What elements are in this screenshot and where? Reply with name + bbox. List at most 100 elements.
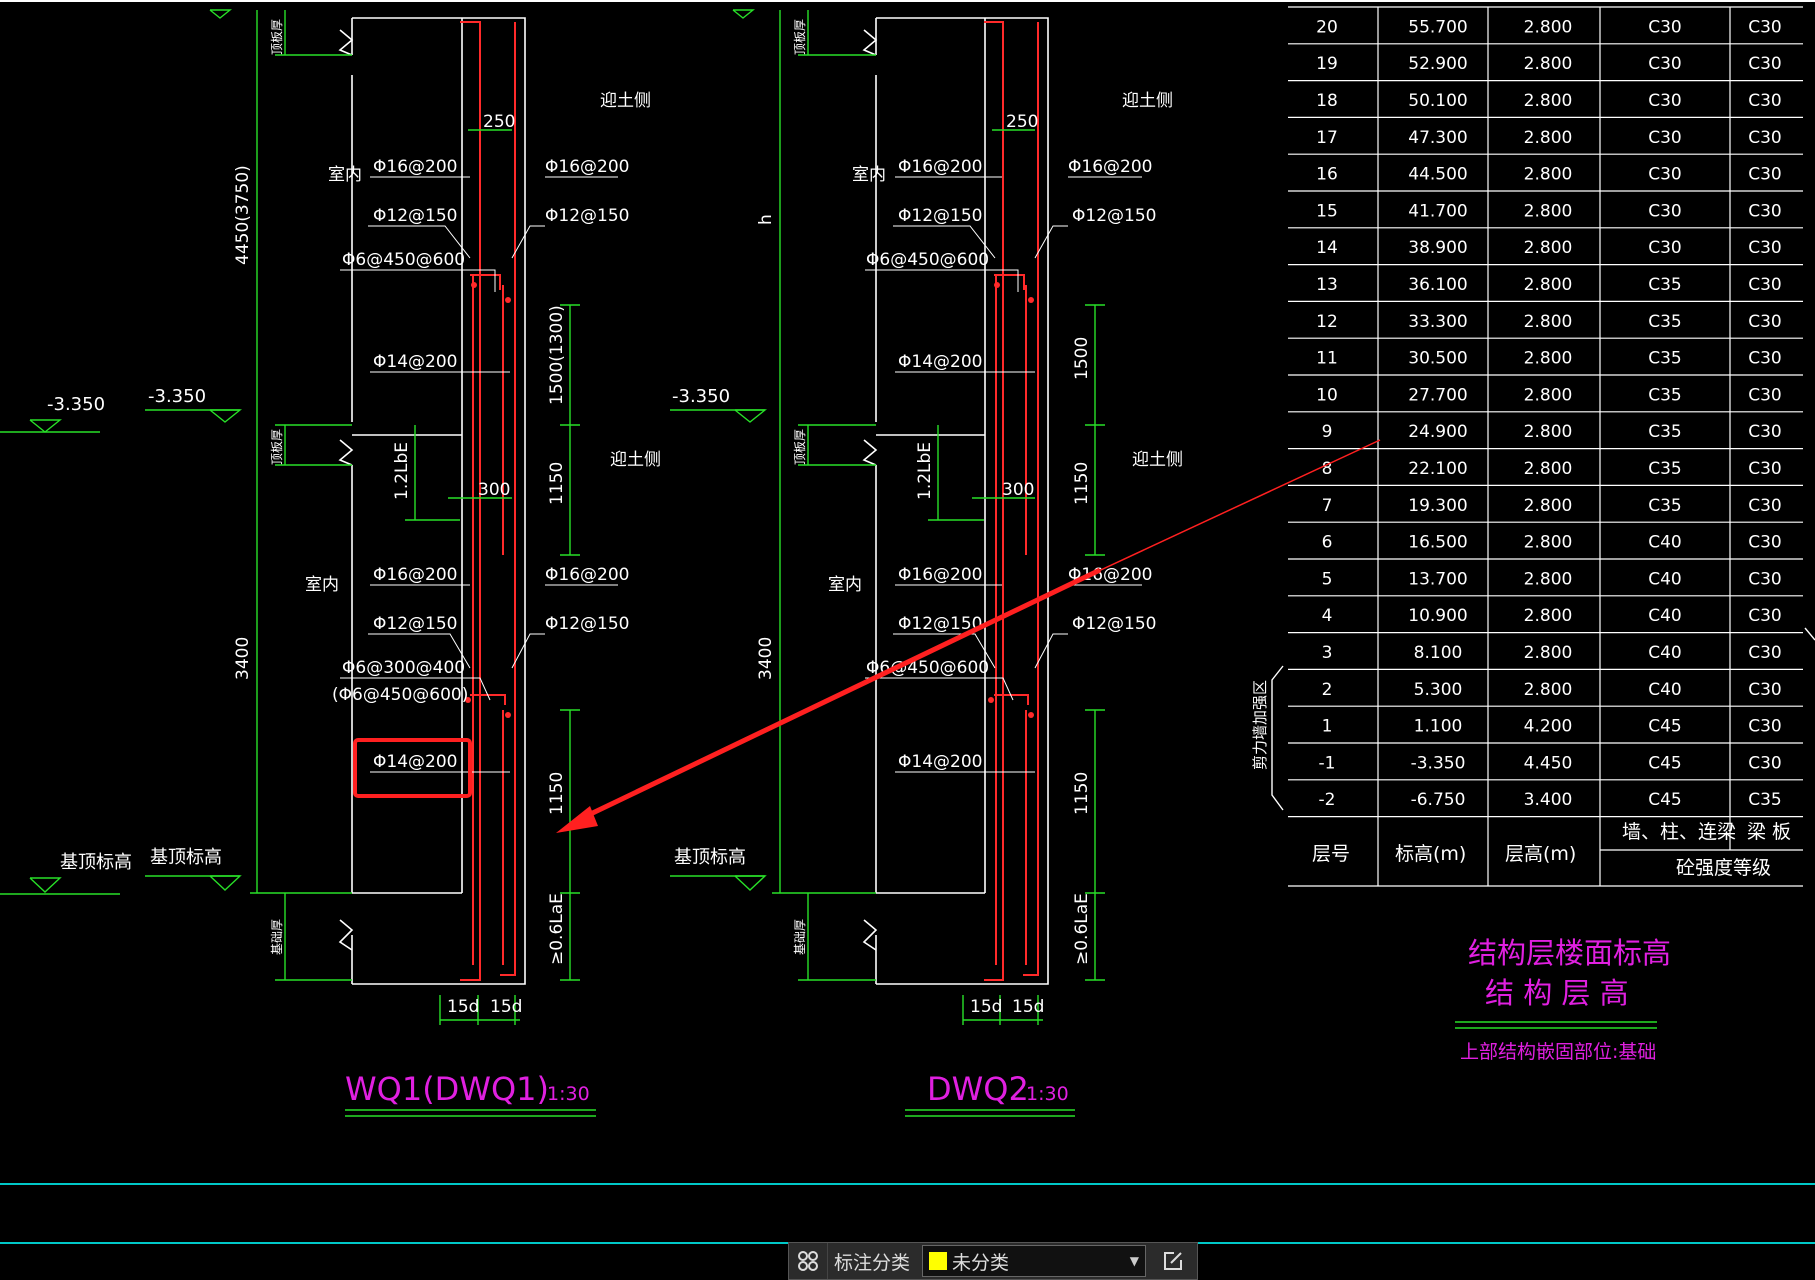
table-cell: 4	[1322, 606, 1333, 626]
table-cell: C30	[1648, 54, 1682, 74]
table-cell: C35	[1748, 790, 1782, 810]
wq1-base-label: 基础厚	[270, 919, 284, 955]
dwq2-dim-1150-a: 1150	[1072, 462, 1092, 505]
wq1-anchor: ≥0.6LaE	[547, 893, 567, 965]
table-cell: 41.700	[1408, 201, 1467, 221]
wq1-thick-upper: 250	[483, 112, 515, 132]
wq1-height-lower: 3400	[233, 637, 253, 680]
table-cell: 24.900	[1408, 422, 1467, 442]
table-cell: 18	[1316, 91, 1338, 111]
table-cell: 12	[1316, 312, 1338, 332]
table-cell: 8.100	[1414, 643, 1463, 663]
header-grade: 砼强度等级	[1676, 857, 1771, 879]
wq1-rebar-ur2: Φ12@150	[545, 206, 629, 226]
table-cell: 2.800	[1524, 17, 1573, 37]
table-cell: C40	[1648, 643, 1682, 663]
table-cell: 11	[1316, 349, 1338, 369]
table-cell: 10	[1316, 385, 1338, 405]
cad-canvas[interactable]: Φ16@200 Φ16@200 Φ12@150 Φ12@150 Φ6@450@6…	[0, 0, 1815, 1278]
table-cell: C35	[1648, 312, 1682, 332]
table-cell: C30	[1648, 238, 1682, 258]
table-cell: C30	[1748, 569, 1782, 589]
wall-section-dwq2: Φ16@200 Φ16@200 Φ12@150 Φ12@150 Φ6@450@6…	[670, 9, 1183, 1117]
dwq2-dim-1500: 1500	[1072, 337, 1092, 380]
base-level-dwq2: 基顶标高	[674, 847, 746, 868]
chevron-down-icon: ▼	[1129, 1254, 1140, 1268]
table-cell: 38.900	[1408, 238, 1467, 258]
wq1-rebar-horiz-lower: Φ14@200	[373, 752, 457, 772]
annotation-category-select[interactable]: 未分类 ▼	[922, 1245, 1147, 1277]
wq1-dim-1150-b: 1150	[547, 772, 567, 815]
edit-icon[interactable]	[1154, 1243, 1192, 1279]
table-cell: 19	[1316, 54, 1338, 74]
level-m3350-wq1: -3.350	[148, 386, 206, 407]
legend-line3: 上部结构嵌固部位:基础	[1460, 1041, 1656, 1063]
wq1-rebar-tie-lower-2: (Φ6@450@600)	[332, 685, 468, 705]
color-swatch	[929, 1252, 948, 1270]
table-cell: 14	[1316, 238, 1338, 258]
table-cell: C30	[1748, 54, 1782, 74]
table-cell: 3	[1322, 643, 1333, 663]
dwq2-soil-lower: 迎土侧	[1132, 450, 1183, 470]
table-cell: 1	[1322, 717, 1333, 737]
table-cell: C30	[1748, 753, 1782, 773]
table-cell: 22.100	[1408, 459, 1467, 479]
wq1-lap: 1.2LbE	[392, 442, 412, 500]
table-cell: 19.300	[1408, 496, 1467, 516]
dwq2-height-lower: 3400	[756, 637, 776, 680]
table-cell: C30	[1748, 312, 1782, 332]
table-cell: 2.800	[1524, 496, 1573, 516]
wq1-indoor-lower: 室内	[305, 575, 339, 595]
dwq2-indoor-lower: 室内	[828, 575, 862, 595]
dwq2-rebar-horiz-upper: Φ14@200	[898, 352, 982, 372]
table-cell: C30	[1748, 275, 1782, 295]
table-cell: 2	[1322, 680, 1333, 700]
table-cell: 2.800	[1524, 533, 1573, 553]
table-cell: 17	[1316, 128, 1338, 148]
base-level-wq1: 基顶标高	[150, 847, 222, 868]
wq1-hook-1: 15d	[447, 997, 479, 1017]
wq1-rebar-ll2: Φ12@150	[373, 614, 457, 634]
table-cell: 50.100	[1408, 91, 1467, 111]
table-cell: 13.700	[1408, 569, 1467, 589]
wq1-floor-label-2: 顶板厚	[270, 429, 284, 465]
wq1-dim-1500: 1500(1300)	[547, 305, 567, 405]
table-cell: 5	[1322, 569, 1333, 589]
table-cell: 16	[1316, 165, 1338, 185]
table-cell: -2	[1319, 790, 1336, 810]
header-wall: 墙、柱、连梁	[1622, 821, 1736, 843]
annotation-toolbar: 标注分类 未分类 ▼	[788, 1242, 1198, 1280]
dwq2-thick-upper: 250	[1006, 112, 1038, 132]
table-cell: 7	[1322, 496, 1333, 516]
table-cell: 2.800	[1524, 643, 1573, 663]
header-elev: 标高(m)	[1395, 843, 1466, 865]
dwq2-base-label: 基础厚	[793, 919, 807, 955]
table-cell: C30	[1648, 128, 1682, 148]
table-cell: C30	[1748, 201, 1782, 221]
wq1-title: WQ1(DWQ1)	[345, 1070, 549, 1108]
wq1-dim-1150-a: 1150	[547, 462, 567, 505]
dwq2-indoor-upper: 室内	[852, 165, 886, 185]
table-cell: C30	[1748, 17, 1782, 37]
wq1-scale: 1:30	[547, 1083, 590, 1105]
table-cell: C35	[1648, 349, 1682, 369]
dwq2-thick-lower: 300	[1002, 480, 1034, 500]
table-cell: 20	[1316, 17, 1338, 37]
wq1-rebar-lr2: Φ12@150	[545, 614, 629, 634]
wq1-rebar-lr1: Φ16@200	[545, 565, 629, 585]
table-cell: C30	[1748, 422, 1782, 442]
header-floor: 层号	[1312, 843, 1350, 865]
dwq2-rebar-tie: Φ6@450@600	[866, 250, 989, 270]
dwq2-hook-1: 15d	[970, 997, 1002, 1017]
annotation-category-label: 标注分类	[827, 1243, 916, 1279]
grid-icon[interactable]	[789, 1243, 827, 1279]
table-cell: 9	[1322, 422, 1333, 442]
wq1-height-upper: 4450(3750)	[233, 165, 253, 265]
table-cell: 2.800	[1524, 165, 1573, 185]
wq1-rebar-ul2: Φ12@150	[373, 206, 457, 226]
wall-section-wq1: Φ16@200 Φ16@200 Φ12@150 Φ12@150 Φ6@450@6…	[0, 9, 661, 1117]
table-cell: 2.800	[1524, 606, 1573, 626]
table-cell: C30	[1748, 349, 1782, 369]
wq1-rebar-tie: Φ6@450@600	[342, 250, 465, 270]
table-cell: 2.800	[1524, 128, 1573, 148]
